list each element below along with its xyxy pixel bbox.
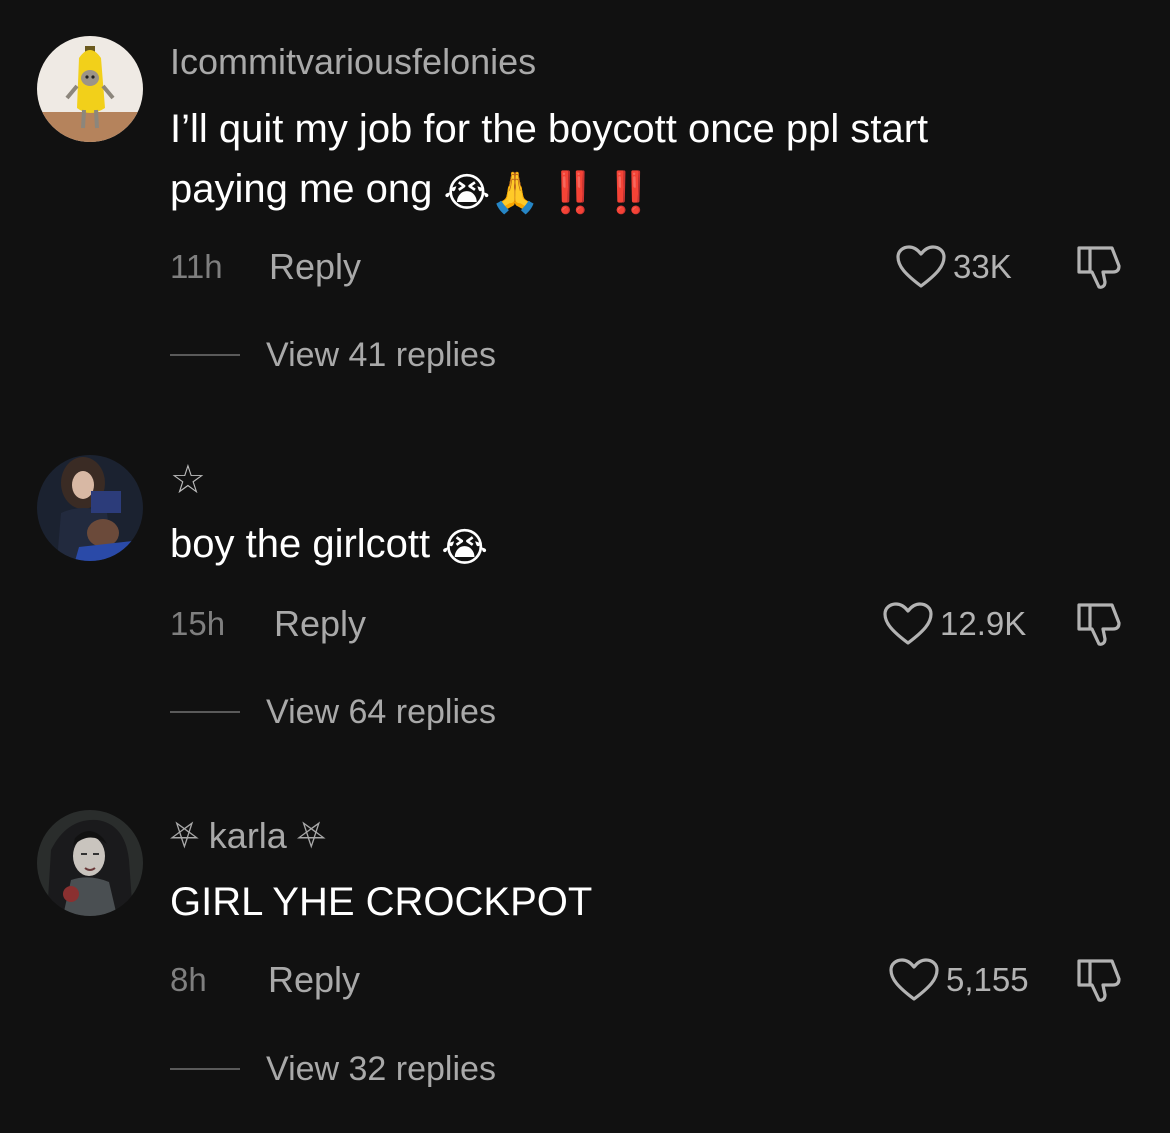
reply-button[interactable]: Reply	[269, 247, 361, 287]
view-replies-link[interactable]: View 64 replies	[266, 692, 496, 732]
like-button[interactable]: 33K	[895, 244, 1012, 290]
comment-text-line2: paying me ong 😭🙏 ‼️ ‼️	[170, 159, 1130, 219]
loudly-crying-emoji: 😭	[443, 171, 491, 215]
comment-text: boy the girlcott 😭	[170, 514, 1130, 574]
username[interactable]: ⛧ karla ⛧	[170, 814, 326, 858]
comment-text-line1: I’ll quit my job for the boycott once pp…	[170, 107, 929, 151]
reply-button[interactable]: Reply	[268, 960, 360, 1000]
like-count: 33K	[953, 248, 1012, 285]
avatar[interactable]	[37, 455, 143, 561]
comment-text: GIRL YHE CROCKPOT	[170, 872, 1130, 932]
like-count: 5,155	[946, 961, 1029, 998]
username[interactable]: Icommitvariousfelonies	[170, 40, 536, 84]
dislike-button[interactable]	[1074, 955, 1124, 1005]
username[interactable]: ☆	[170, 458, 206, 502]
heart-outline-icon	[896, 245, 946, 288]
dislike-button[interactable]	[1074, 599, 1124, 649]
comment-text: I’ll quit my job for the boycott once pp…	[170, 99, 1130, 219]
avatar[interactable]	[37, 810, 143, 916]
comment: ☆ boy the girlcott 😭 15h Reply 12.9K Vie…	[0, 418, 1170, 775]
heart-outline-icon	[883, 602, 933, 645]
double-exclamation-emoji: ‼️	[603, 171, 654, 215]
folded-hands-emoji: 🙏	[490, 171, 541, 215]
replies-divider	[170, 354, 240, 356]
thumbs-down-icon	[1077, 246, 1121, 289]
comment-text-content: boy the girlcott	[170, 522, 431, 566]
comment: Icommitvariousfelonies I’ll quit my job …	[0, 0, 1170, 374]
comment-text-line2-text: paying me ong	[170, 167, 433, 211]
dislike-button[interactable]	[1074, 242, 1124, 292]
timestamp: 15h	[170, 605, 226, 642]
thumbs-down-icon	[1077, 603, 1121, 646]
view-replies-link[interactable]: View 41 replies	[266, 335, 496, 375]
replies-divider	[170, 1068, 240, 1070]
avatar[interactable]	[37, 36, 143, 142]
view-replies-link[interactable]: View 32 replies	[266, 1049, 496, 1089]
thumbs-down-icon	[1077, 959, 1121, 1002]
heart-outline-icon	[889, 958, 939, 1001]
like-button[interactable]: 12.9K	[882, 601, 1026, 647]
like-count: 12.9K	[940, 605, 1027, 642]
timestamp: 8h	[170, 961, 207, 998]
double-exclamation-emoji: ‼️	[548, 171, 598, 215]
timestamp: 11h	[170, 248, 223, 285]
comment-text-content: GIRL YHE CROCKPOT	[170, 880, 593, 924]
comment: ⛧ karla ⛧ GIRL YHE CROCKPOT 8h Reply 5,1…	[0, 776, 1170, 1133]
reply-button[interactable]: Reply	[274, 604, 366, 644]
loudly-crying-emoji: 😭	[441, 526, 489, 570]
replies-divider	[170, 711, 240, 713]
like-button[interactable]: 5,155	[888, 957, 1029, 1003]
